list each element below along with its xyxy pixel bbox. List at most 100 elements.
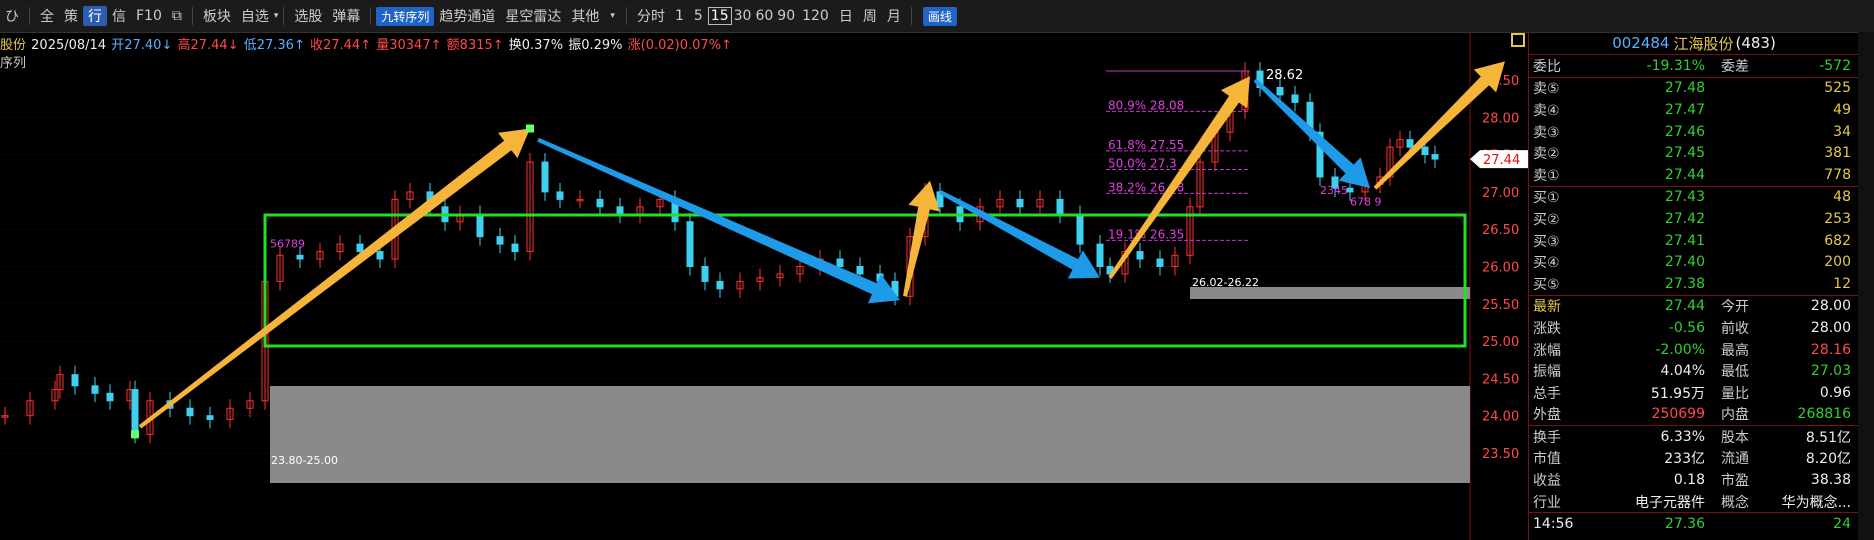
y-tick-label: 24.00: [1482, 410, 1519, 425]
sell-level-label: 卖②: [1533, 146, 1560, 163]
toolbar-item-danmaku[interactable]: 弹幕: [327, 6, 365, 26]
period-5min[interactable]: 5: [689, 8, 708, 24]
tick-row: 14:56 27.36 24: [1529, 513, 1859, 535]
stat-row: 涨跌 -0.56 前收 28.00: [1529, 317, 1859, 339]
toolbar-item-quote[interactable]: 行: [83, 6, 107, 26]
bar-amplitude: 振0.29%: [568, 38, 623, 53]
window-icon[interactable]: ⧉: [167, 8, 187, 24]
toolbar-item-star-radar[interactable]: 星空雷达: [500, 6, 566, 26]
buy-price[interactable]: 27.41: [1605, 233, 1705, 249]
period-day[interactable]: 日: [834, 6, 858, 26]
sell-volume: 778: [1824, 166, 1851, 183]
bar-open: 开27.40↓: [111, 38, 173, 53]
bar-volume: 量30347↑: [376, 38, 442, 53]
period-90min[interactable]: 90: [775, 8, 797, 24]
toolbar-item-strategy[interactable]: 策: [59, 6, 83, 26]
stat-value: 250699: [1651, 406, 1705, 423]
buy-row: 买② 27.42 253: [1529, 208, 1859, 230]
sell-volume: 525: [1824, 80, 1851, 97]
stat-label-2: 今开: [1721, 299, 1749, 316]
toolbar-item-trend-channel[interactable]: 趋势通道: [434, 6, 500, 26]
side-tool-strip[interactable]: [1858, 32, 1874, 540]
buy-row: 买① 27.43 48: [1529, 187, 1859, 209]
candle-body: [476, 213, 484, 238]
toolbar-item-screener[interactable]: 选股: [289, 6, 327, 26]
stat-label-2: 内盘: [1721, 407, 1749, 424]
candle-body: [1291, 94, 1299, 103]
sell-price[interactable]: 27.46: [1605, 124, 1705, 140]
toolbar-item-0[interactable]: ひ: [0, 6, 24, 26]
candle-body: [716, 280, 724, 290]
toolbar-item-other[interactable]: 其他: [566, 6, 604, 26]
stat-row: 振幅 4.04% 最低 27.03: [1529, 360, 1859, 382]
toolbar-item-all[interactable]: 全: [35, 6, 59, 26]
chevron-down-icon[interactable]: ▾: [604, 11, 621, 21]
divider: [625, 7, 627, 25]
toolbar-item-watchlist[interactable]: 自选: [236, 6, 274, 26]
stock-count: (483): [1735, 34, 1776, 52]
period-60min[interactable]: 60: [753, 8, 775, 24]
period-month[interactable]: 月: [882, 6, 906, 26]
y-tick-label: 26.50: [1482, 223, 1519, 238]
sell-row: 卖② 27.45 381: [1529, 142, 1859, 164]
buy-price[interactable]: 27.40: [1605, 254, 1705, 270]
period-1min[interactable]: 1: [670, 8, 689, 24]
buy-level-label: 买⑤: [1533, 276, 1560, 293]
bar-low: 低27.36↑: [243, 38, 305, 53]
sell-level-label: 卖⑤: [1533, 81, 1560, 98]
buy-volume: 12: [1833, 275, 1851, 292]
divider: [283, 7, 285, 25]
stock-code: 002484: [1612, 34, 1670, 52]
buy-price[interactable]: 27.42: [1605, 211, 1705, 227]
stat-row: 收益 0.18 市盈 38.38: [1529, 469, 1859, 491]
sell-price[interactable]: 27.45: [1605, 145, 1705, 161]
bar-turnover: 换0.37%: [508, 38, 564, 53]
stat-value: -2.00%: [1655, 341, 1705, 358]
bar-amount: 额8315↑: [446, 38, 504, 53]
weicha-label: 委差: [1721, 58, 1749, 75]
stat-label: 行业: [1533, 494, 1561, 511]
stat-row: 涨幅 -2.00% 最高 28.16: [1529, 339, 1859, 361]
period-week[interactable]: 周: [858, 6, 882, 26]
seq-label: 56789: [270, 238, 305, 251]
down-arrow: [537, 137, 900, 304]
chevron-down-icon[interactable]: ▾: [274, 11, 279, 21]
sell-price[interactable]: 27.48: [1605, 80, 1705, 96]
stat-value-2: 8.20亿: [1805, 451, 1851, 468]
sell-level-label: 卖③: [1533, 124, 1560, 141]
sell-volume: 381: [1824, 145, 1851, 162]
toolbar-item-draw[interactable]: 画线: [922, 6, 957, 26]
period-120min[interactable]: 120: [797, 8, 834, 24]
fib-label: 80.9% 28.08: [1108, 98, 1184, 112]
stat-label: 振幅: [1533, 364, 1561, 381]
sell-price[interactable]: 27.47: [1605, 102, 1705, 118]
period-30min[interactable]: 30: [732, 8, 754, 24]
buy-price[interactable]: 27.43: [1605, 189, 1705, 205]
candle-body: [686, 221, 694, 268]
buy-level-label: 买④: [1533, 255, 1560, 272]
marker: [526, 124, 534, 133]
period-15min[interactable]: 15: [707, 7, 732, 25]
buy-volume: 253: [1824, 210, 1851, 227]
toolbar-item-nine-turn[interactable]: 九转序列: [376, 6, 435, 26]
divider: [370, 7, 372, 25]
stat-label: 涨跌: [1533, 320, 1561, 337]
candle-body: [1431, 154, 1439, 160]
kline-chart[interactable]: 28.5028.0027.5027.0026.5026.0025.5025.00…: [0, 32, 1528, 540]
sell-price[interactable]: 27.44: [1605, 167, 1705, 183]
candle-body: [701, 266, 709, 282]
candle-body: [91, 385, 99, 394]
period-intraday[interactable]: 分时: [632, 6, 670, 26]
toolbar-item-f10[interactable]: F10: [131, 8, 167, 24]
candle-body: [1406, 139, 1414, 148]
stat-value-2: 28.00: [1810, 298, 1851, 315]
toolbar-item-sector[interactable]: 板块: [198, 6, 236, 26]
buy-price[interactable]: 27.38: [1605, 276, 1705, 292]
toolbar-item-info[interactable]: 信: [107, 6, 131, 26]
sell-book: 卖⑤ 27.48 525 卖④ 27.47 49 卖③ 27.46 34 卖② 27.…: [1529, 78, 1859, 187]
candle-body: [1096, 243, 1104, 267]
sell-level-label: 卖①: [1533, 167, 1560, 184]
bar-change: 涨(0.02)0.07%↑: [627, 38, 732, 53]
stat-label: 外盘: [1533, 407, 1561, 424]
stat-label-2: 前收: [1721, 320, 1749, 337]
